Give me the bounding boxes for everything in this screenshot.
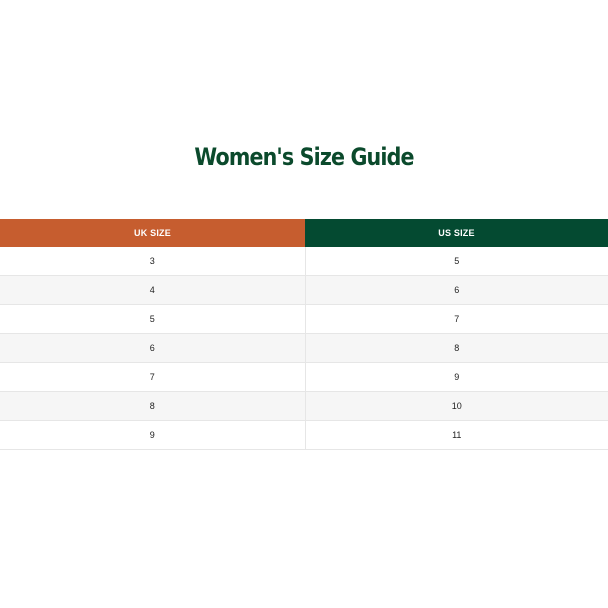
uk-size-cell: 6: [0, 333, 306, 363]
table-row: 4 6: [0, 275, 608, 305]
us-size-cell: 10: [305, 391, 608, 421]
uk-size-cell: 8: [0, 391, 306, 421]
page-title: Women's Size Guide: [194, 143, 414, 171]
us-size-cell: 7: [305, 304, 608, 334]
table-row: 3 5: [0, 247, 608, 276]
uk-size-cell: 4: [0, 275, 306, 305]
uk-size-cell: 3: [0, 247, 306, 276]
table-row: 8 10: [0, 391, 608, 421]
us-size-cell: 9: [305, 362, 608, 392]
size-table: UK SIZE US SIZE 3 5 4 6 5 7 6 8 7 9 8 10…: [0, 219, 608, 450]
us-size-cell: 11: [305, 420, 608, 450]
table-header-row: UK SIZE US SIZE: [0, 219, 608, 247]
table-row: 6 8: [0, 333, 608, 363]
us-size-header: US SIZE: [305, 219, 608, 247]
table-row: 9 11: [0, 420, 608, 450]
uk-size-cell: 5: [0, 304, 306, 334]
uk-size-header: UK SIZE: [0, 219, 305, 247]
us-size-cell: 8: [305, 333, 608, 363]
table-row: 5 7: [0, 304, 608, 334]
us-size-cell: 6: [305, 275, 608, 305]
size-guide-page: Women's Size Guide UK SIZE US SIZE 3 5 4…: [0, 0, 608, 608]
table-row: 7 9: [0, 362, 608, 392]
us-size-cell: 5: [305, 247, 608, 276]
uk-size-cell: 7: [0, 362, 306, 392]
uk-size-cell: 9: [0, 420, 306, 450]
